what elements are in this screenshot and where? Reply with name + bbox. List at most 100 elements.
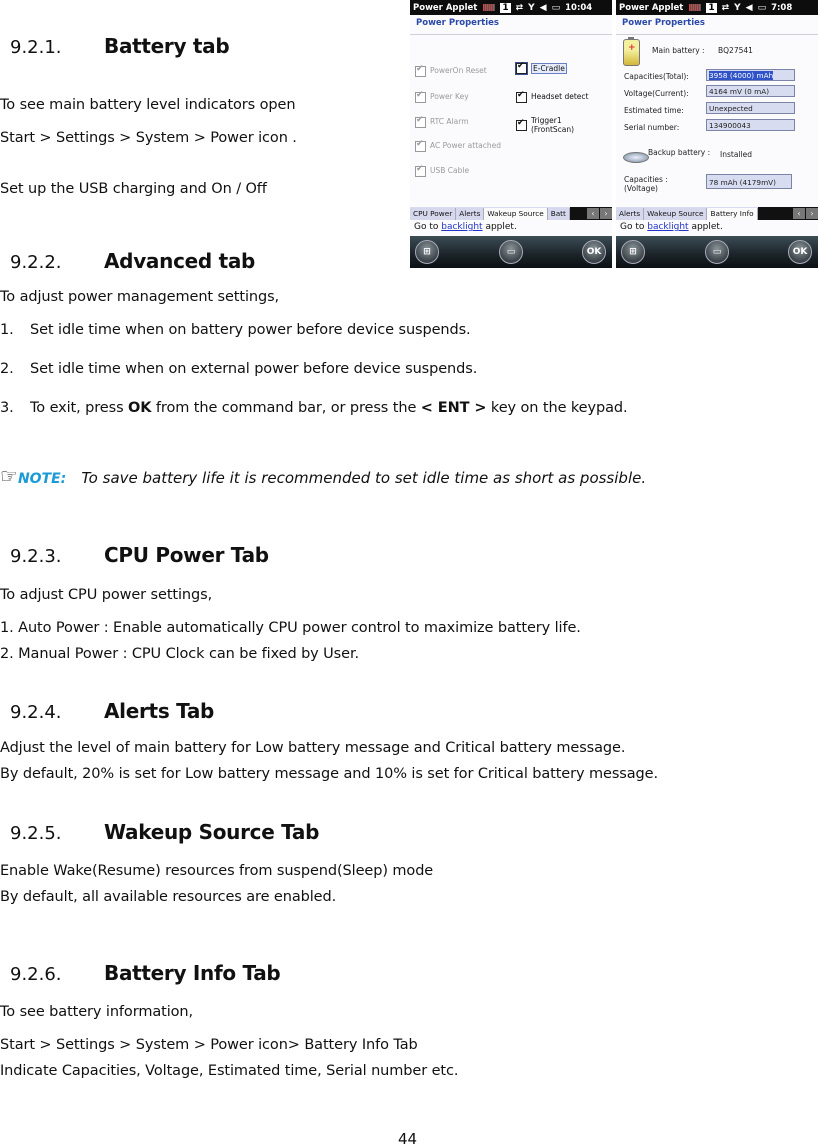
- checkbox-icon: [415, 139, 426, 152]
- plus-sign: +: [628, 43, 636, 53]
- checkbox-headset-detect[interactable]: Headset detect: [516, 90, 588, 103]
- text: Go to: [620, 222, 648, 232]
- divider: [616, 34, 818, 35]
- section-title: Alerts Tab: [104, 699, 215, 723]
- page-header: Power Properties: [622, 18, 705, 28]
- tab-battery-info[interactable]: Batt: [547, 208, 570, 220]
- status-bar: Power Applet 1 ⇄ Y ◀ ▭ 10:04: [410, 0, 612, 15]
- tab-alerts[interactable]: Alerts: [456, 208, 485, 220]
- section-number: 9.2.2.: [10, 252, 62, 273]
- note-text: To save battery life it is recommended t…: [81, 469, 647, 487]
- ok-button[interactable]: OK: [582, 240, 606, 264]
- keyboard-icon[interactable]: ▭: [499, 240, 523, 264]
- divider: [410, 34, 612, 35]
- checkbox-usb-cable[interactable]: USB Cable: [415, 164, 469, 177]
- list-item: 2. Manual Power : CPU Clock can be fixed…: [0, 646, 359, 662]
- checkbox-power-key[interactable]: Power Key: [415, 90, 469, 103]
- checkbox-icon: [516, 90, 527, 103]
- ent-key-text: < ENT >: [420, 400, 487, 416]
- clock: 7:08: [771, 2, 793, 13]
- text: To exit, press: [30, 400, 129, 416]
- checkbox-rtc-alarm[interactable]: RTC Alarm: [415, 115, 469, 128]
- backup-battery-value: Installed: [720, 150, 752, 159]
- paragraph: By default, all available resources are …: [0, 889, 337, 905]
- signal-off-icon: Y: [528, 2, 535, 13]
- field-label: Voltage(Current):: [624, 89, 689, 98]
- checkbox-trigger1[interactable]: Trigger1(FrontScan): [516, 116, 574, 134]
- volume-icon: ◀: [745, 2, 753, 13]
- checkbox-ac-power[interactable]: AC Power attached: [415, 139, 502, 152]
- checkbox-label: PowerOn Reset: [430, 66, 487, 75]
- goto-backlight: Go to backlight applet.: [414, 222, 517, 232]
- tab-scroll-left-icon[interactable]: ‹: [793, 208, 805, 219]
- battery-charging-icon: ▭: [757, 2, 767, 13]
- checkbox-label: E-Cradle: [531, 63, 567, 74]
- ok-button[interactable]: OK: [788, 240, 812, 264]
- section-number: 9.2.1.: [10, 37, 62, 58]
- checkbox-label: Trigger1 (FrontScan): [531, 116, 574, 134]
- menu-path: Start > Settings > System > Power icon .: [0, 130, 297, 146]
- app-title: Power Applet: [619, 2, 684, 13]
- capacity-total-field: 3958 (4000) mAh: [706, 69, 795, 81]
- signal-off-icon: Y: [734, 2, 741, 13]
- section-title: Advanced tab: [104, 249, 256, 273]
- checkbox-e-cradle[interactable]: E-Cradle: [515, 61, 567, 75]
- field-label: Serial number:: [624, 123, 680, 132]
- list-item: To exit, press OK from the command bar, …: [30, 400, 628, 416]
- keyboard-icon[interactable]: ▭: [705, 240, 729, 264]
- section-number: 9.2.5.: [10, 823, 62, 844]
- tab-alerts[interactable]: Alerts: [616, 208, 645, 220]
- backlight-link[interactable]: backlight: [647, 222, 688, 232]
- paragraph: To adjust CPU power settings,: [0, 587, 213, 603]
- checkbox-icon: [415, 115, 426, 128]
- tab-wakeup-source[interactable]: Wakeup Source: [484, 208, 548, 220]
- main-battery-value: BQ27541: [718, 46, 753, 55]
- keyboard-indicator-icon: [483, 4, 496, 11]
- volume-icon: ◀: [539, 2, 547, 13]
- tab-battery-info[interactable]: Battery Info: [707, 208, 758, 220]
- checkbox-poweron-reset[interactable]: PowerOn Reset: [415, 64, 487, 77]
- main-battery-label: Main battery :: [652, 46, 705, 55]
- estimated-time-field: Unexpected: [706, 102, 795, 114]
- label-line: Capacities :: [624, 175, 668, 184]
- main-battery-icon: +: [623, 37, 640, 66]
- tab-wakeup-source[interactable]: Wakeup Source: [644, 208, 708, 220]
- label-line: Trigger1: [531, 116, 562, 125]
- text: Go to: [414, 222, 442, 232]
- backup-capacity-field: 78 mAh (4179mV): [706, 174, 792, 189]
- paragraph: To see main battery level indicators ope…: [0, 97, 296, 113]
- windows-start-icon[interactable]: ⊞: [621, 240, 645, 264]
- field-value: 3958 (4000) mAh: [709, 71, 774, 80]
- tab-scroll-right-icon[interactable]: ›: [600, 208, 612, 219]
- paragraph: To see battery information,: [0, 1004, 194, 1020]
- screenshot-wakeup-source: Power Applet 1 ⇄ Y ◀ ▭ 10:04 Power Prope…: [410, 0, 612, 268]
- section-number: 9.2.4.: [10, 702, 62, 723]
- input-mode-indicator: 1: [706, 2, 717, 13]
- checkbox-label: RTC Alarm: [430, 117, 469, 126]
- section-title: Battery Info Tab: [104, 961, 281, 985]
- battery-icon: ▭: [551, 2, 561, 13]
- tab-bar: Alerts Wakeup Source Battery Info ‹ ›: [616, 207, 818, 220]
- list-number: 2.: [0, 361, 14, 377]
- page-header: Power Properties: [416, 18, 499, 28]
- status-bar: Power Applet 1 ⇄ Y ◀ ▭ 7:08: [616, 0, 818, 15]
- keyboard-indicator-icon: [689, 4, 702, 11]
- list-number: 3.: [0, 400, 14, 416]
- voltage-current-field: 4164 mV (0 mA): [706, 85, 795, 97]
- serial-number-field: 134900043: [706, 119, 795, 131]
- backlight-link[interactable]: backlight: [441, 222, 482, 232]
- tab-cpu-power[interactable]: CPU Power: [410, 208, 457, 220]
- tab-scroll-right-icon[interactable]: ›: [806, 208, 818, 219]
- note-callout: ☞NOTE: To save battery life it is recomm…: [0, 464, 646, 488]
- checkbox-label: AC Power attached: [430, 141, 502, 150]
- command-bar: ⊞ ▭ OK: [410, 236, 612, 268]
- paragraph: Set up the USB charging and On / Off: [0, 181, 267, 197]
- tab-scroll-left-icon[interactable]: ‹: [587, 208, 599, 219]
- label-line: (FrontScan): [531, 125, 575, 134]
- windows-start-icon[interactable]: ⊞: [415, 240, 439, 264]
- section-title: CPU Power Tab: [104, 543, 269, 567]
- checkbox-icon: [516, 118, 527, 131]
- list-item: Set idle time when on battery power befo…: [30, 322, 471, 338]
- paragraph: To adjust power management settings,: [0, 289, 280, 305]
- note-label: NOTE:: [17, 471, 67, 487]
